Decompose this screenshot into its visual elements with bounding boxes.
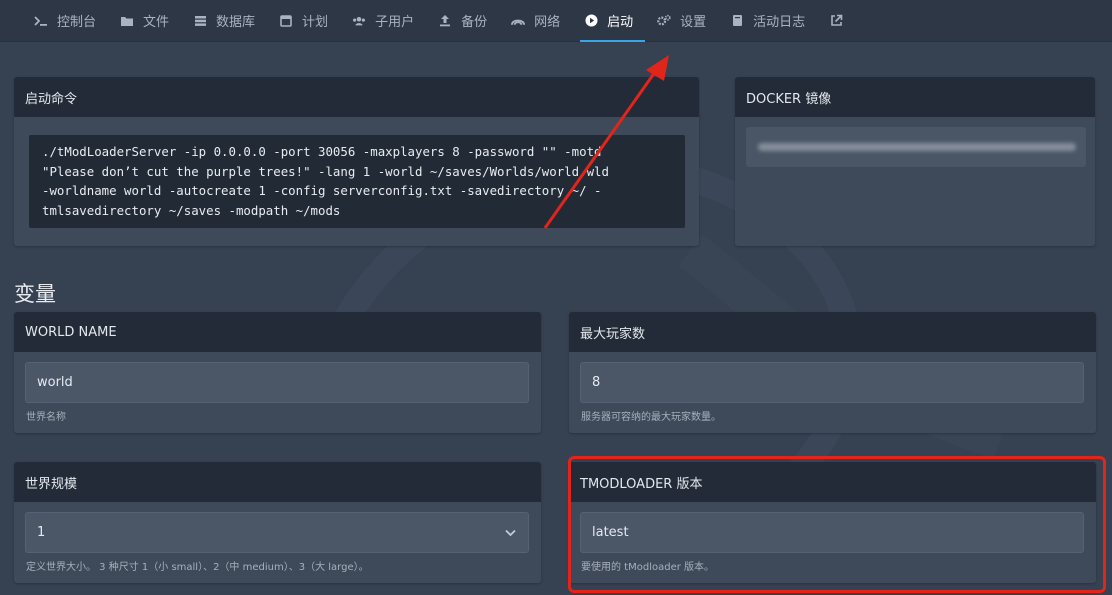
startup-command-text: ./tModLoaderServer -ip 0.0.0.0 -port 300… [29, 135, 685, 228]
tab-settings-label: 设置 [680, 15, 707, 30]
tab-backups[interactable]: 备份 [430, 0, 503, 42]
world-size-help: 定义世界大小。 3 种尺寸 1（小 small）、2（中 medium）、3（大… [26, 562, 369, 573]
tab-network-label: 网络 [534, 15, 561, 30]
tab-settings[interactable]: 设置 [649, 0, 722, 42]
max-players-help: 服务器可容纳的最大玩家数量。 [581, 412, 721, 423]
max-players-input[interactable]: 8 [580, 362, 1084, 403]
docker-image-select[interactable] [746, 127, 1086, 167]
tab-console-label: 控制台 [57, 15, 97, 30]
startup-command-panel: 启动命令 ./tModLoaderServer -ip 0.0.0.0 -por… [14, 77, 699, 246]
startup-command-title: 启动命令 [14, 77, 699, 117]
gears-icon [657, 14, 671, 28]
docker-image-panel: DOCKER 镜像 [735, 77, 1095, 246]
world-name-label: WORLD NAME [14, 312, 541, 352]
tab-files[interactable]: 文件 [112, 0, 185, 42]
play-icon [584, 14, 598, 28]
variables-heading: 变量 [14, 282, 56, 306]
variable-max-players: 最大玩家数 8 服务器可容纳的最大玩家数量。 [569, 312, 1096, 433]
world-size-label: 世界规模 [14, 462, 541, 502]
users-icon [352, 14, 366, 28]
network-icon [511, 14, 526, 28]
folder-icon [120, 14, 134, 28]
world-size-select[interactable]: 1 [25, 512, 529, 553]
tab-files-label: 文件 [143, 15, 170, 30]
upload-icon [438, 14, 452, 28]
variable-world-name: WORLD NAME world 世界名称 [14, 312, 541, 433]
tab-activity-log-label: 活动日志 [753, 15, 806, 30]
world-name-input[interactable]: world [25, 362, 529, 403]
docker-image-redacted-value [758, 143, 1076, 151]
tmodloader-version-help: 要使用的 tModloader 版本。 [581, 562, 715, 573]
tab-schedules[interactable]: 计划 [271, 0, 344, 42]
max-players-value: 8 [592, 375, 601, 390]
tab-activity-log[interactable]: 活动日志 [722, 0, 821, 42]
tab-databases[interactable]: 数据库 [185, 0, 271, 42]
world-name-value: world [37, 375, 73, 390]
variable-tmodloader-version: TMODLOADER 版本 latest 要使用的 tModloader 版本。 [569, 462, 1096, 583]
terminal-icon [34, 14, 48, 28]
world-name-help: 世界名称 [26, 412, 66, 423]
tmodloader-version-input[interactable]: latest [580, 512, 1084, 553]
world-size-value: 1 [37, 525, 46, 540]
tab-subusers-label: 子用户 [375, 15, 415, 30]
book-icon [730, 14, 744, 28]
tab-startup-label: 启动 [607, 15, 634, 30]
max-players-label: 最大玩家数 [569, 312, 1096, 352]
tab-network[interactable]: 网络 [503, 0, 576, 42]
top-navigation: 控制台 文件 数据库 计划 子用户 备份 网络 启动 设置 活动日志 [0, 0, 1112, 42]
tab-startup[interactable]: 启动 [576, 0, 649, 42]
tab-external-link[interactable] [821, 0, 868, 42]
tmodloader-version-label: TMODLOADER 版本 [569, 462, 1096, 502]
tab-databases-label: 数据库 [216, 15, 256, 30]
external-link-icon [829, 14, 843, 28]
calendar-icon [279, 14, 293, 28]
chevron-down-icon [505, 526, 516, 540]
variable-world-size: 世界规模 1 定义世界大小。 3 种尺寸 1（小 small）、2（中 medi… [14, 462, 541, 583]
tab-backups-label: 备份 [461, 15, 488, 30]
tab-subusers[interactable]: 子用户 [344, 0, 430, 42]
database-icon [193, 14, 207, 28]
tab-schedules-label: 计划 [302, 15, 329, 30]
tab-console[interactable]: 控制台 [26, 0, 112, 42]
tmodloader-version-value: latest [592, 525, 629, 540]
docker-image-title: DOCKER 镜像 [735, 77, 1095, 117]
